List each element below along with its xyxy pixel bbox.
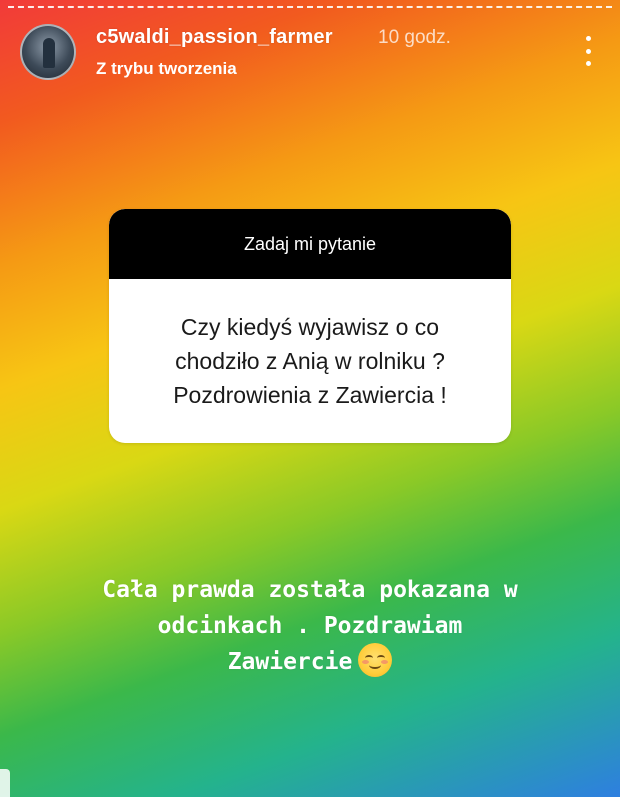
username[interactable]: c5waldi_passion_farmer bbox=[96, 26, 333, 49]
story-progress-bar bbox=[8, 6, 612, 8]
answer-line-text: Zawiercie bbox=[227, 649, 353, 675]
question-text: Czy kiedyś wyjawisz o co chodziło z Anią… bbox=[109, 279, 511, 443]
question-line: chodziło z Anią w rolniku ? bbox=[175, 348, 445, 374]
avatar[interactable] bbox=[20, 24, 76, 80]
answer-text: Cała prawda została pokazana w odcinkach… bbox=[0, 572, 620, 680]
corner-edge bbox=[0, 769, 10, 797]
story-source-label[interactable]: Z trybu tworzenia bbox=[96, 59, 237, 79]
dot bbox=[585, 61, 591, 66]
dot bbox=[585, 36, 591, 41]
question-line: Czy kiedyś wyjawisz o co bbox=[180, 314, 440, 340]
question-sticker[interactable]: Zadaj mi pytanie Czy kiedyś wyjawisz o c… bbox=[109, 209, 511, 443]
answer-line-last: Zawiercie bbox=[0, 642, 620, 680]
answer-line: Cała prawda została pokazana w bbox=[102, 577, 518, 603]
more-vertical-icon[interactable] bbox=[582, 36, 594, 66]
question-sticker-title: Zadaj mi pytanie bbox=[109, 209, 511, 279]
smiling-face-with-blush-icon bbox=[358, 642, 393, 677]
story-header: c5waldi_passion_farmer 10 godz. Z trybu … bbox=[20, 24, 600, 82]
timestamp: 10 godz. bbox=[378, 27, 451, 48]
question-line: Pozdrowienia z Zawiercia ! bbox=[173, 382, 447, 408]
dot bbox=[585, 48, 591, 54]
answer-line: odcinkach . Pozdrawiam bbox=[157, 613, 463, 639]
